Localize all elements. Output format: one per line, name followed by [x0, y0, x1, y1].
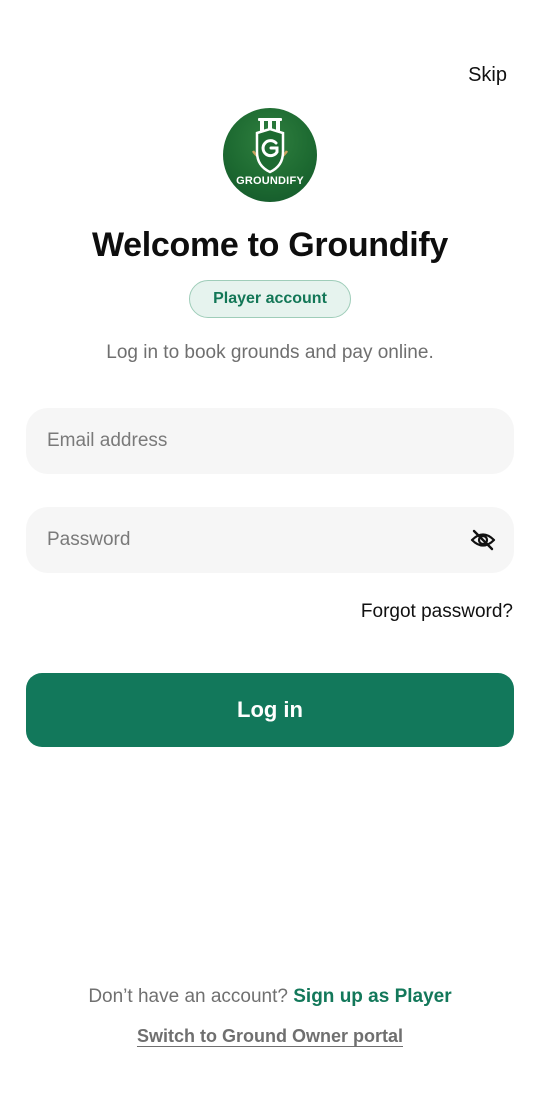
- login-button[interactable]: Log in: [26, 673, 514, 747]
- page-title: Welcome to Groundify: [91, 226, 449, 264]
- signup-prompt: Don’t have an account? Sign up as Player: [0, 986, 540, 1008]
- page-subtitle: Log in to book grounds and pay online.: [106, 342, 434, 363]
- forgot-password-link[interactable]: Forgot password?: [361, 601, 513, 623]
- logo-wordmark: GROUNDIFY: [236, 175, 304, 187]
- password-input[interactable]: [47, 507, 447, 573]
- account-type-badge: Player account: [189, 280, 351, 318]
- switch-portal-link[interactable]: Switch to Ground Owner portal: [0, 1026, 540, 1047]
- eye-off-icon[interactable]: [470, 528, 496, 552]
- signup-link[interactable]: Sign up as Player: [293, 986, 451, 1007]
- cricket-stumps-shield-g-icon: [251, 118, 289, 174]
- email-input[interactable]: [47, 408, 447, 474]
- skip-button[interactable]: Skip: [468, 64, 507, 87]
- app-logo: GROUNDIFY: [223, 108, 317, 202]
- password-field[interactable]: [26, 507, 514, 573]
- no-account-text: Don’t have an account?: [88, 986, 288, 1007]
- switch-portal-label[interactable]: Switch to Ground Owner portal: [137, 1026, 403, 1046]
- email-field[interactable]: [26, 408, 514, 474]
